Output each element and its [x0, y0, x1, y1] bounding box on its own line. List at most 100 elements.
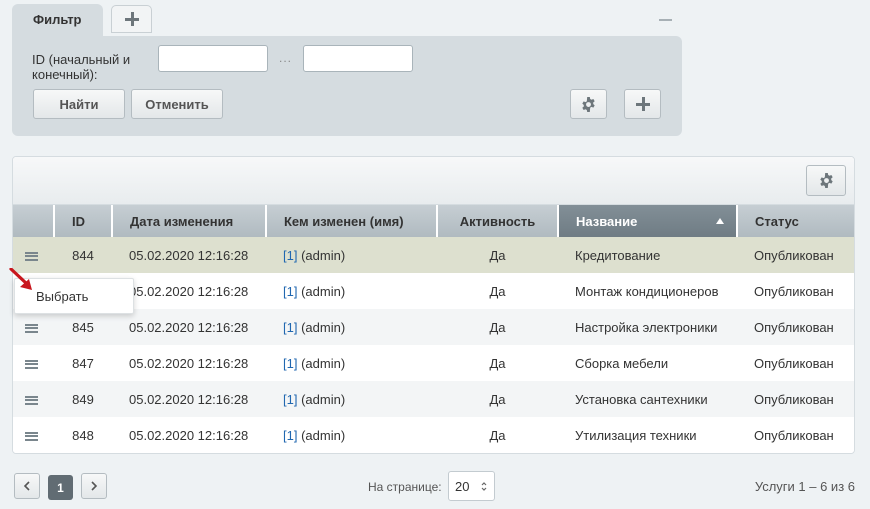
- total-count-text: Услуги 1 – 6 из 6: [754, 479, 855, 494]
- column-header-actions: [13, 205, 55, 237]
- table-row[interactable]: 847 05.02.2020 12:16:28 [1] (admin) Да Сборк…: [13, 345, 854, 381]
- column-header-name[interactable]: Название: [558, 205, 738, 237]
- cell-active: Да: [437, 417, 558, 453]
- cell-id: 845: [54, 309, 112, 345]
- hamburger-menu-icon[interactable]: [25, 431, 38, 441]
- cell-active: Да: [437, 237, 558, 273]
- cell-status: Опубликован: [737, 309, 854, 345]
- per-page-select[interactable]: 20: [448, 471, 495, 501]
- cell-modified-by: [1] (admin): [266, 417, 437, 453]
- user-id-link[interactable]: [1]: [283, 284, 297, 299]
- sort-ascending-icon: [716, 217, 724, 224]
- cell-modified-by: [1] (admin): [266, 381, 437, 417]
- red-arrow-pointer-icon: [9, 268, 32, 290]
- gear-icon: [582, 96, 595, 112]
- id-to-input[interactable]: [303, 45, 413, 72]
- cell-name: Кредитование: [558, 237, 737, 273]
- user-name: (admin): [297, 283, 346, 299]
- cell-id: 848: [54, 417, 112, 453]
- user-id-link[interactable]: [1]: [283, 392, 297, 407]
- plus-icon: [635, 97, 650, 111]
- updown-chevron-icon: [481, 482, 487, 491]
- cell-active: Да: [437, 309, 558, 345]
- current-page-indicator[interactable]: 1: [48, 475, 73, 500]
- filter-settings-button[interactable]: [570, 89, 607, 119]
- row-actions-cell[interactable]: [13, 345, 54, 381]
- cell-date: 05.02.2020 12:16:28: [112, 273, 266, 309]
- per-page-label: На странице:: [368, 480, 442, 494]
- row-actions-cell[interactable]: [13, 381, 54, 417]
- user-id-link[interactable]: [1]: [283, 356, 297, 371]
- column-header-name-label: Название: [576, 213, 638, 229]
- cell-modified-by: [1] (admin): [266, 309, 437, 345]
- row-actions-cell[interactable]: [13, 309, 54, 345]
- cell-id: 849: [54, 381, 112, 417]
- cell-name: Монтаж кондиционеров: [558, 273, 737, 309]
- table-row[interactable]: 849 05.02.2020 12:16:28 [1] (admin) Да Устан…: [13, 381, 854, 417]
- tab-filter[interactable]: Фильтр: [12, 4, 103, 38]
- user-id-link[interactable]: [1]: [283, 320, 297, 335]
- gear-icon: [819, 173, 833, 188]
- cell-name: Установка сантехники: [558, 381, 737, 417]
- minimize-icon[interactable]: [659, 19, 672, 21]
- id-from-input[interactable]: [158, 45, 268, 72]
- user-id-link[interactable]: [1]: [283, 248, 297, 263]
- plus-icon: [124, 12, 139, 26]
- cell-date: 05.02.2020 12:16:28: [112, 381, 266, 417]
- column-header-modified-by[interactable]: Кем изменен (имя): [266, 205, 438, 237]
- cell-modified-by: [1] (admin): [266, 273, 437, 309]
- user-name: (admin): [297, 427, 346, 443]
- table-row[interactable]: 848 05.02.2020 12:16:28 [1] (admin) Да Утили…: [13, 417, 854, 453]
- id-range-label: ID (начальный и конечный):: [32, 52, 131, 82]
- user-name: (admin): [297, 391, 346, 407]
- grid-table: ID Дата изменения Кем изменен (имя) Акти…: [13, 205, 854, 453]
- cell-id: 844: [54, 237, 112, 273]
- cell-status: Опубликован: [737, 381, 854, 417]
- range-separator: ...: [279, 51, 293, 65]
- cell-status: Опубликован: [737, 273, 854, 309]
- cell-status: Опубликован: [737, 237, 854, 273]
- column-header-active[interactable]: Активность: [437, 205, 559, 237]
- user-name: (admin): [297, 247, 346, 263]
- filter-panel: ID (начальный и конечный): ... Найти Отм…: [12, 36, 682, 136]
- menu-item-select[interactable]: Выбрать: [36, 289, 88, 304]
- cell-name: Утилизация техники: [558, 417, 737, 453]
- cell-status: Опубликован: [737, 417, 854, 453]
- cell-status: Опубликован: [737, 345, 854, 381]
- cell-date: 05.02.2020 12:16:28: [112, 345, 266, 381]
- cell-modified-by: [1] (admin): [266, 345, 437, 381]
- cell-name: Сборка мебели: [558, 345, 737, 381]
- hamburger-menu-icon[interactable]: [25, 395, 38, 405]
- data-grid: ID Дата изменения Кем изменен (имя) Акти…: [12, 156, 855, 454]
- table-row[interactable]: 844 05.02.2020 12:16:28 [1] (admin) Да Креди…: [13, 237, 854, 273]
- grid-settings-button[interactable]: [806, 165, 846, 196]
- column-header-date[interactable]: Дата изменения: [112, 205, 267, 237]
- column-header-status[interactable]: Статус: [737, 205, 854, 237]
- cell-modified-by: [1] (admin): [266, 237, 437, 273]
- next-page-button[interactable]: [81, 473, 107, 499]
- per-page-value: 20: [455, 479, 470, 494]
- column-header-id[interactable]: ID: [54, 205, 113, 237]
- user-name: (admin): [297, 355, 346, 371]
- cell-name: Настройка электроники: [558, 309, 737, 345]
- table-row[interactable]: 845 05.02.2020 12:16:28 [1] (admin) Да Настр…: [13, 309, 854, 345]
- chevron-right-icon: [91, 481, 98, 491]
- chevron-left-icon: [23, 481, 30, 491]
- cell-active: Да: [437, 273, 558, 309]
- cell-date: 05.02.2020 12:16:28: [112, 237, 266, 273]
- add-filter-field-button[interactable]: [624, 89, 661, 119]
- hamburger-menu-icon[interactable]: [25, 251, 38, 261]
- prev-page-button[interactable]: [14, 473, 40, 499]
- hamburger-menu-icon[interactable]: [25, 323, 38, 333]
- cancel-button[interactable]: Отменить: [131, 89, 223, 119]
- user-name: (admin): [297, 319, 346, 335]
- find-button[interactable]: Найти: [33, 89, 125, 119]
- grid-toolbar: [13, 157, 854, 205]
- cell-active: Да: [437, 381, 558, 417]
- add-filter-tab-button[interactable]: [111, 5, 152, 33]
- row-actions-cell[interactable]: [13, 417, 54, 453]
- table-row[interactable]: 05.02.2020 12:16:28 [1] (admin) Да Монтаж к…: [13, 273, 854, 309]
- user-id-link[interactable]: [1]: [283, 428, 297, 443]
- cell-date: 05.02.2020 12:16:28: [112, 417, 266, 453]
- hamburger-menu-icon[interactable]: [25, 359, 38, 369]
